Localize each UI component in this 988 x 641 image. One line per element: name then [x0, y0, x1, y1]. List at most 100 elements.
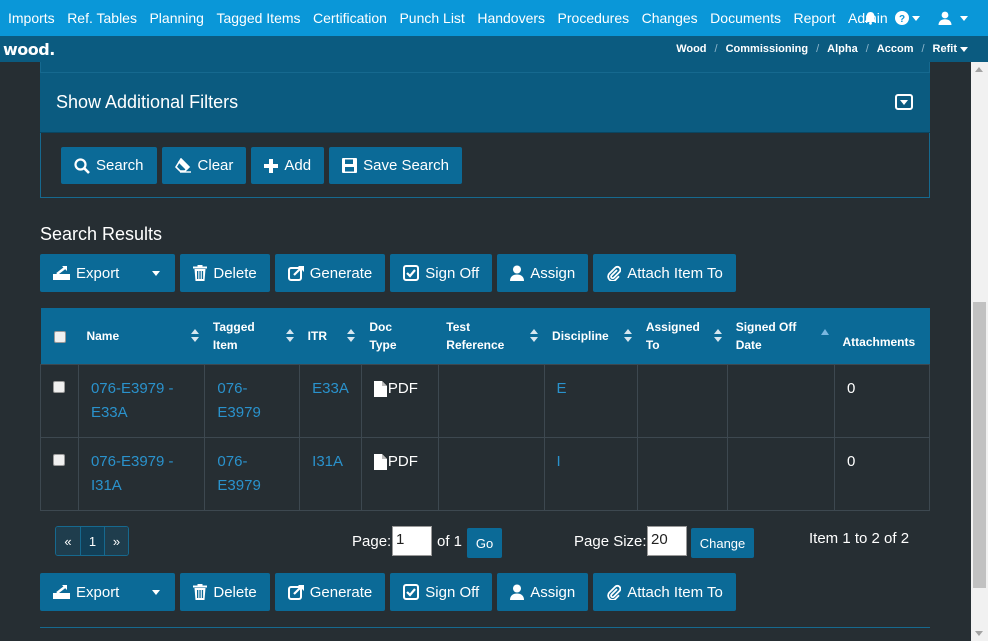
nav-punch-list[interactable]: Punch List	[399, 10, 464, 26]
wood-logo[interactable]: wood.	[3, 40, 55, 59]
cell-discipline[interactable]: E	[543, 363, 639, 438]
nav-procedures[interactable]: Procedures	[558, 10, 630, 26]
scrollbar-thumb[interactable]	[973, 302, 986, 588]
previous-page-button[interactable]: «	[56, 527, 80, 555]
row-checkbox[interactable]	[53, 380, 65, 393]
column-signed-off-date[interactable]: Signed Off Date	[727, 308, 835, 364]
clear-button[interactable]: Clear	[161, 147, 247, 184]
page-size-input[interactable]: 20	[647, 526, 687, 556]
nav-documents[interactable]: Documents	[710, 10, 781, 26]
cell-discipline[interactable]: I	[543, 436, 639, 511]
breadcrumb-wood[interactable]: Wood	[676, 43, 706, 55]
column-attachments[interactable]: Attachments	[834, 308, 930, 364]
plus-icon	[264, 158, 279, 173]
column-test-reference[interactable]: Test Reference	[438, 308, 545, 364]
add-button[interactable]: Add	[251, 147, 325, 184]
attach-item-button[interactable]: Attach Item To	[593, 254, 736, 292]
assign-button[interactable]: Assign	[497, 573, 589, 611]
file-icon	[373, 380, 387, 397]
breadcrumb-accom[interactable]: Accom	[877, 43, 914, 55]
cell-itr[interactable]: I31A	[299, 436, 362, 511]
cell-doc-type[interactable]: PDF	[360, 363, 439, 438]
table-row: 076-E3979 - I31A 076-E3979 I31A PDF I 0	[40, 436, 930, 511]
sort-icon[interactable]	[623, 329, 632, 343]
column-tagged-item[interactable]: Tagged Item	[204, 308, 300, 364]
scroll-up-icon[interactable]	[975, 67, 983, 72]
sort-icon[interactable]	[285, 329, 294, 343]
cell-assigned-to	[637, 436, 729, 511]
expand-icon[interactable]	[895, 94, 913, 110]
main-menu: Imports Ref. Tables Planning Tagged Item…	[0, 0, 900, 36]
nav-tagged-items[interactable]: Tagged Items	[216, 10, 300, 26]
chevron-down-icon	[151, 270, 160, 276]
cell-signed-off-date	[727, 436, 835, 511]
sign-off-button[interactable]: Sign Off	[390, 573, 493, 611]
column-discipline[interactable]: Discipline	[544, 308, 638, 364]
delete-button[interactable]: Delete	[180, 573, 270, 611]
user-icon	[510, 265, 525, 281]
generate-button[interactable]: Generate	[274, 573, 386, 611]
bell-icon[interactable]	[864, 11, 877, 25]
nav-imports[interactable]: Imports	[8, 10, 55, 26]
cell-tagged-item[interactable]: 076-E3979	[204, 436, 301, 511]
sort-icon[interactable]	[713, 329, 722, 343]
generate-button[interactable]: Generate	[274, 254, 386, 292]
select-all-header	[40, 308, 79, 364]
export-dropdown[interactable]	[133, 254, 175, 292]
page-number-input[interactable]: 1	[392, 526, 432, 556]
nav-handovers[interactable]: Handovers	[477, 10, 545, 26]
cell-doc-type[interactable]: PDF	[360, 436, 439, 511]
filter-buttons: Search Clear Add Save Search	[61, 147, 462, 184]
go-button[interactable]: Go	[467, 528, 502, 558]
pagination: « 1 »	[55, 526, 129, 556]
results-summary: Item 1 to 2 of 2	[809, 530, 910, 547]
cell-tagged-item[interactable]: 076-E3979	[204, 363, 301, 438]
column-itr[interactable]: ITR	[299, 308, 362, 364]
sort-icon[interactable]	[190, 329, 199, 343]
export-dropdown[interactable]	[133, 573, 175, 611]
delete-button[interactable]: Delete	[180, 254, 270, 292]
nav-icons: ?	[864, 0, 968, 36]
nav-certification[interactable]: Certification	[313, 10, 387, 26]
page-1-button[interactable]: 1	[80, 527, 104, 555]
breadcrumb-commissioning[interactable]: Commissioning	[726, 43, 809, 55]
file-icon	[373, 453, 387, 470]
additional-filters-toggle[interactable]: Show Additional Filters	[40, 72, 930, 133]
export-button[interactable]: Export	[40, 573, 176, 611]
eraser-icon	[174, 158, 191, 173]
next-page-button[interactable]: »	[104, 527, 128, 555]
cell-itr[interactable]: E33A	[299, 363, 362, 438]
table-header-row: Name Tagged Item ITR Doc Type Test Refer…	[40, 308, 930, 364]
change-page-size-button[interactable]: Change	[691, 528, 754, 558]
cell-name[interactable]: 076-E3979 - E33A	[77, 363, 206, 438]
column-name[interactable]: Name	[78, 308, 205, 364]
attach-item-button[interactable]: Attach Item To	[593, 573, 736, 611]
row-checkbox[interactable]	[53, 453, 65, 466]
column-doc-type[interactable]: Doc Type	[361, 308, 439, 364]
export-button[interactable]: Export	[40, 254, 176, 292]
cell-test-reference	[437, 436, 545, 511]
cell-name[interactable]: 076-E3979 - I31A	[77, 436, 206, 511]
scroll-down-icon[interactable]	[975, 631, 983, 636]
save-icon	[342, 158, 358, 173]
save-search-button[interactable]: Save Search	[329, 147, 462, 184]
sort-icon[interactable]	[530, 329, 539, 343]
nav-planning[interactable]: Planning	[149, 10, 204, 26]
sort-ascending-icon[interactable]	[820, 329, 829, 335]
breadcrumb-alpha[interactable]: Alpha	[827, 43, 858, 55]
user-dropdown[interactable]	[938, 11, 968, 25]
assign-button[interactable]: Assign	[497, 254, 589, 292]
help-icon: ?	[895, 11, 909, 25]
nav-report[interactable]: Report	[793, 10, 835, 26]
sign-off-button[interactable]: Sign Off	[390, 254, 493, 292]
help-dropdown[interactable]: ?	[895, 11, 920, 25]
nav-ref-tables[interactable]: Ref. Tables	[67, 10, 137, 26]
sort-icon[interactable]	[347, 329, 356, 343]
select-all-checkbox[interactable]	[53, 330, 66, 343]
breadcrumb-refit[interactable]: Refit	[933, 43, 968, 55]
search-button[interactable]: Search	[61, 147, 157, 184]
page-scrollbar[interactable]	[971, 62, 988, 641]
column-assigned-to[interactable]: Assigned To	[637, 308, 728, 364]
cell-test-reference	[437, 363, 545, 438]
nav-changes[interactable]: Changes	[642, 10, 698, 26]
